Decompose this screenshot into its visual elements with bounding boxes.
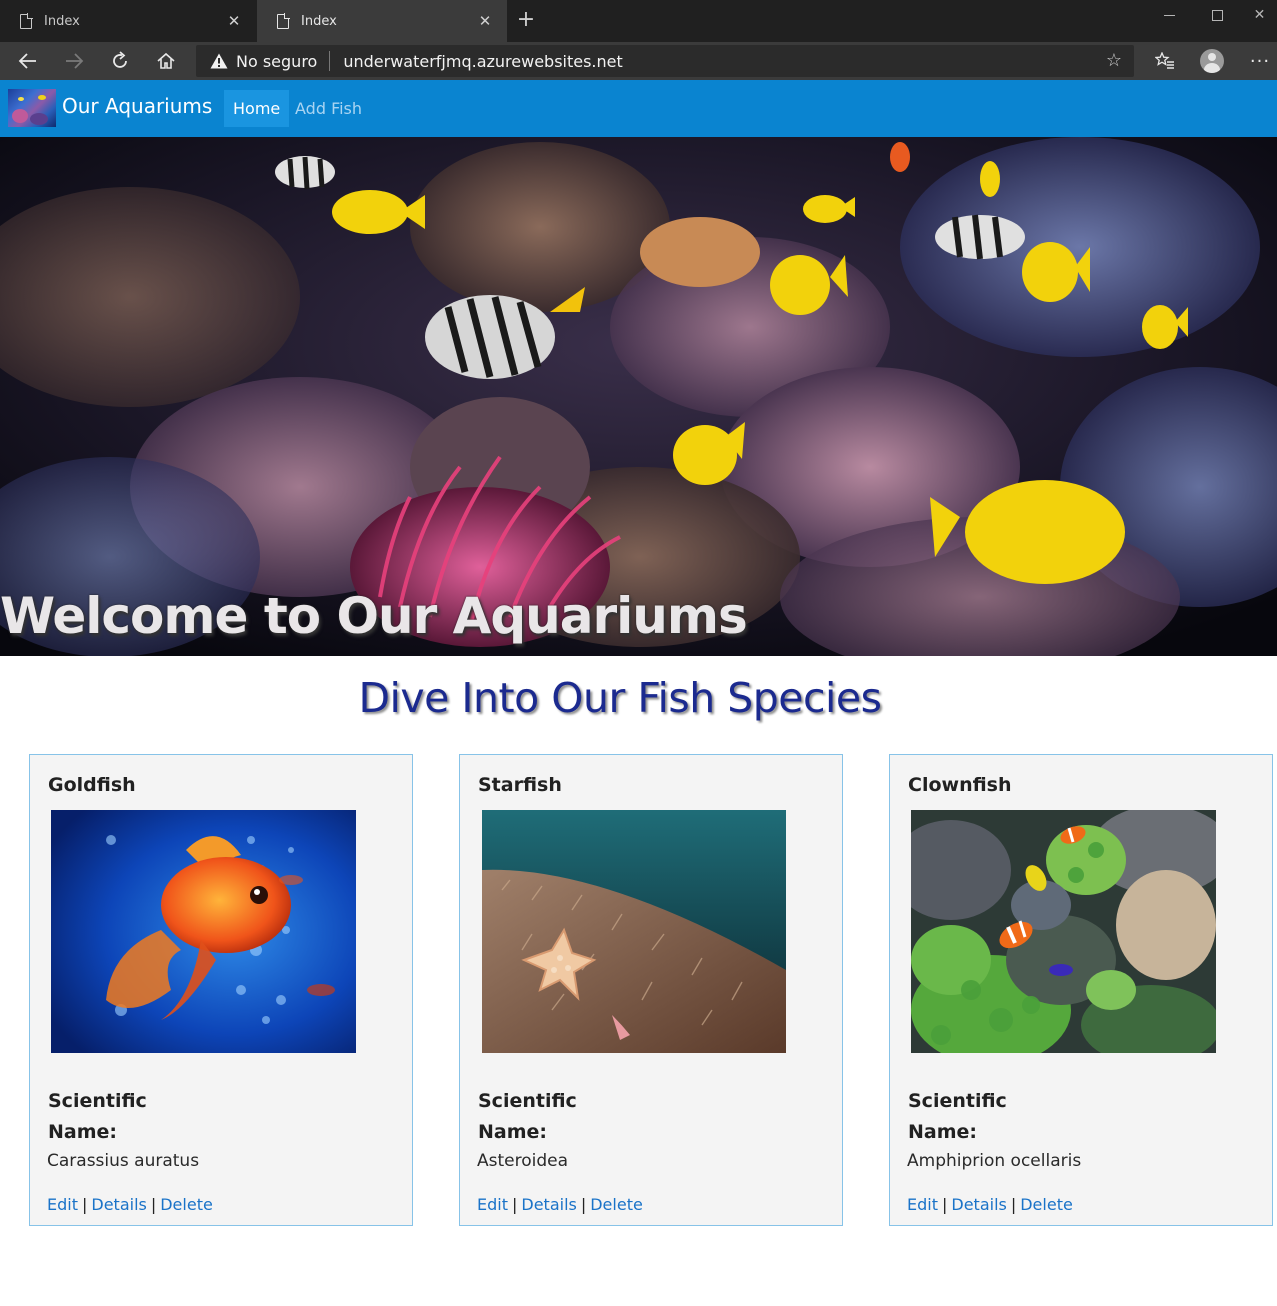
browser-toolbar: No seguro underwaterfjmq.azurewebsites.n… — [0, 42, 1277, 80]
scientific-name-label: Scientific Name: — [478, 1090, 577, 1143]
new-tab-icon[interactable]: + — [514, 8, 538, 34]
edit-link[interactable]: Edit — [907, 1195, 938, 1214]
page-icon — [277, 12, 290, 29]
nav-link-home[interactable]: Home — [224, 90, 290, 127]
maximize-icon[interactable] — [1194, 0, 1240, 30]
separator: | — [511, 1195, 518, 1214]
scientific-name-label: Scientific Name: — [48, 1090, 147, 1143]
back-arrow-icon[interactable] — [12, 46, 44, 76]
scientific-name-value: Amphiprion ocellaris — [907, 1151, 1082, 1171]
details-link[interactable]: Details — [521, 1195, 576, 1214]
security-status[interactable]: No seguro — [236, 52, 317, 71]
separator: | — [81, 1195, 88, 1214]
separator: | — [580, 1195, 587, 1214]
scientific-name-value: Carassius auratus — [47, 1151, 200, 1171]
delete-link[interactable]: Delete — [590, 1195, 643, 1214]
page-icon — [20, 12, 33, 29]
url-text[interactable]: underwaterfjmq.azurewebsites.net — [343, 52, 622, 71]
scientific-name-label: Scientific Name: — [908, 1090, 1007, 1143]
fish-card: Goldfish Scientific Name: Carassius aura… — [29, 754, 413, 1226]
separator: | — [150, 1195, 157, 1214]
browser-tab-bar: Index ✕ Index ✕ + ✕ — [0, 0, 1277, 42]
star-icon[interactable]: ☆ — [1106, 50, 1122, 71]
separator: | — [941, 1195, 948, 1214]
brand-logo[interactable] — [8, 89, 56, 127]
fish-card: Clownfish Scientific Name: Amphiprion oc… — [889, 754, 1273, 1226]
fish-name: Goldfish — [48, 774, 136, 796]
nav-link-add-fish[interactable]: Add Fish — [286, 90, 371, 127]
fish-name: Clownfish — [908, 774, 1012, 796]
section-title: Dive Into Our Fish Species — [358, 674, 882, 722]
tab-title: Index — [301, 13, 337, 29]
hero-reef-image — [0, 137, 1277, 656]
close-tab-icon[interactable]: ✕ — [477, 12, 493, 30]
separator: | — [1010, 1195, 1017, 1214]
tab-title: Index — [44, 13, 80, 29]
browser-tab[interactable]: Index ✕ — [0, 0, 256, 42]
divider — [329, 51, 331, 71]
delete-link[interactable]: Delete — [160, 1195, 213, 1214]
hero-banner: Welcome to Our Aquariums — [0, 137, 1277, 656]
forward-arrow-icon[interactable] — [58, 46, 90, 76]
home-icon[interactable] — [150, 46, 182, 76]
favorites-icon[interactable] — [1148, 46, 1182, 76]
edit-link[interactable]: Edit — [477, 1195, 508, 1214]
minimize-icon[interactable] — [1146, 0, 1192, 30]
goldfish-photo — [51, 810, 356, 1053]
card-actions: Edit | Details | Delete — [47, 1195, 213, 1214]
profile-icon[interactable] — [1195, 46, 1229, 76]
scientific-name-value: Asteroidea — [477, 1151, 569, 1171]
details-link[interactable]: Details — [951, 1195, 1006, 1214]
avatar — [1200, 49, 1224, 73]
reload-icon[interactable] — [104, 46, 136, 76]
hero-title: Welcome to Our Aquariums — [0, 587, 748, 645]
close-window-icon[interactable]: ✕ — [1242, 0, 1277, 30]
brand-name[interactable]: Our Aquariums — [62, 94, 212, 118]
address-bar[interactable]: No seguro underwaterfjmq.azurewebsites.n… — [196, 45, 1134, 77]
fish-name: Starfish — [478, 774, 562, 796]
browser-tab-active[interactable]: Index ✕ — [257, 0, 507, 42]
close-tab-icon[interactable]: ✕ — [226, 12, 242, 30]
warning-icon[interactable] — [210, 53, 228, 69]
edit-link[interactable]: Edit — [47, 1195, 78, 1214]
more-icon[interactable]: ··· — [1243, 46, 1277, 76]
details-link[interactable]: Details — [91, 1195, 146, 1214]
fish-card: Starfish Scientific Name: Asteroidea Edi… — [459, 754, 843, 1226]
clownfish-photo — [911, 810, 1216, 1053]
starfish-photo — [482, 810, 786, 1053]
card-actions: Edit | Details | Delete — [907, 1195, 1073, 1214]
delete-link[interactable]: Delete — [1020, 1195, 1073, 1214]
card-actions: Edit | Details | Delete — [477, 1195, 643, 1214]
site-navbar: Our Aquariums Home Add Fish — [0, 80, 1277, 137]
